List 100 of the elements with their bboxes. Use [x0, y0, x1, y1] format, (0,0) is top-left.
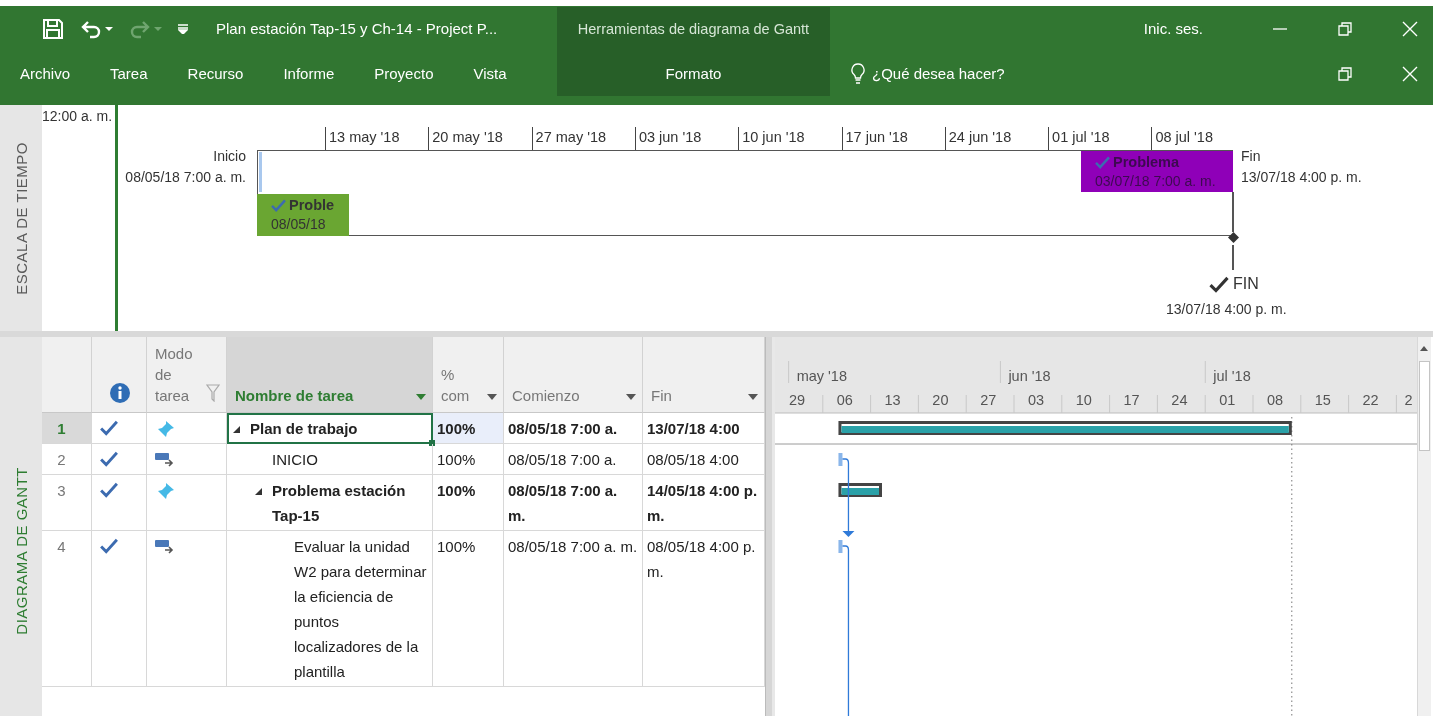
- week-label: 10: [1075, 392, 1092, 408]
- milestone-title: FIN: [1233, 275, 1259, 293]
- current-time-label: 12:00 a. m.: [42, 108, 113, 124]
- summary-bar[interactable]: [838, 483, 882, 497]
- row-number[interactable]: 2: [42, 444, 92, 475]
- dropdown-arrow-icon[interactable]: [626, 394, 636, 400]
- ribbon-tab[interactable]: Formato: [557, 51, 830, 96]
- timeline-tick: 08 jul '18: [1151, 127, 1213, 150]
- auto-schedule-icon: [155, 538, 175, 556]
- summary-bar[interactable]: [838, 421, 1292, 435]
- table-cell: 100%: [433, 531, 504, 687]
- timeline-tick: 01 jul '18: [1048, 127, 1110, 150]
- week-label: 2: [1404, 392, 1413, 408]
- week-label: 08: [1266, 392, 1284, 408]
- contextual-group-label: Herramientas de diagrama de Gantt: [577, 21, 810, 37]
- table-cell: 100%: [433, 413, 504, 444]
- ribbon-tab[interactable]: Archivo: [0, 51, 91, 96]
- week-label: 01: [1219, 392, 1236, 408]
- start-label: Inicio: [212, 148, 246, 164]
- week-label: 20: [932, 392, 949, 408]
- task-name-cell[interactable]: Evaluar la unidad W2 para determinar la eficiencia de puntos localizadores de la plantilla: [227, 531, 433, 687]
- column-header[interactable]: Modo de tarea: [147, 337, 227, 413]
- vertical-scrollbar[interactable]: [1417, 337, 1431, 716]
- bar-date: 08/05/18: [271, 216, 326, 232]
- restore-icon: [1337, 65, 1353, 82]
- month-label: jun '18: [1008, 368, 1051, 384]
- bar-title: Problema: [1113, 154, 1180, 170]
- week-label: 03: [1027, 392, 1045, 408]
- milestone-diamond-icon: [1228, 232, 1239, 243]
- ribbon-tab[interactable]: Proyecto: [354, 51, 454, 96]
- finish-date: 13/07/18 4:00 p. m.: [1241, 169, 1362, 185]
- bar-title: Proble: [289, 197, 335, 213]
- timeline-tick: 24 jun '18: [944, 127, 1012, 150]
- column-header[interactable]: % com: [433, 337, 504, 413]
- tell-me-field[interactable]: ¿Qué desea hacer?: [850, 51, 1005, 96]
- week-label: 15: [1314, 392, 1331, 408]
- window-title: Plan estación Tap-15 y Ch-14 - Project P...: [216, 20, 498, 37]
- week-label: 17: [1123, 392, 1140, 408]
- table-cell: 08/05/18 7:00 a.: [504, 444, 643, 475]
- table-cell: 08/05/18 7:00 a. m.: [504, 475, 643, 531]
- month-label: may '18: [796, 368, 847, 384]
- week-label: 13: [884, 392, 901, 408]
- task-name-cell[interactable]: Problema estación Tap-15: [227, 475, 433, 531]
- start-marker: [259, 152, 262, 192]
- collapse-triangle-icon[interactable]: [232, 425, 241, 434]
- finish-label: Fin: [1241, 148, 1261, 164]
- row-number[interactable]: 3: [42, 475, 92, 531]
- timeline-bar[interactable]: Proble 08/05/18: [257, 194, 349, 236]
- dropdown-arrow-icon[interactable]: [487, 394, 497, 400]
- view-label: DIAGRAMA DE GANTT: [12, 466, 30, 635]
- column-header[interactable]: Comienzo: [504, 337, 643, 413]
- ribbon-tab[interactable]: Informe: [263, 51, 355, 96]
- ribbon-tab[interactable]: Vista: [453, 51, 527, 96]
- table-cell: 100%: [433, 475, 504, 531]
- dropdown-arrow-icon[interactable]: [748, 394, 758, 400]
- leader-line: [1232, 245, 1234, 270]
- week-label: 27: [980, 392, 997, 408]
- week-label: 24: [1171, 392, 1188, 408]
- timeline-label: ESCALA DE TIEMPO: [12, 141, 30, 295]
- select-all-cell[interactable]: [42, 337, 92, 413]
- row-number[interactable]: 1: [42, 413, 92, 444]
- timeline-tick: 27 may '18: [531, 127, 607, 150]
- timeline-tick: 17 jun '18: [841, 127, 908, 150]
- bar-date: 03/07/18 7:00 a. m.: [1095, 173, 1216, 189]
- column-header[interactable]: Fin: [643, 337, 765, 413]
- save-icon: [42, 17, 64, 40]
- collapse-triangle-icon[interactable]: [254, 487, 263, 496]
- info-icon: [109, 382, 131, 404]
- customize-icon: [178, 23, 188, 34]
- week-label: 06: [836, 392, 853, 408]
- row-number[interactable]: 4: [42, 531, 92, 687]
- dropdown-arrow-icon[interactable]: [416, 394, 426, 400]
- dependency-arrow[interactable]: [841, 458, 855, 537]
- sign-in-link[interactable]: Inic. ses.: [1143, 20, 1203, 37]
- timeline-tick: 13 may '18: [325, 127, 400, 150]
- scroll-thumb[interactable]: [1419, 361, 1430, 451]
- leader-line: [1232, 192, 1234, 232]
- start-date: 08/05/18 7:00 a. m.: [124, 169, 246, 185]
- timeline-tick: 10 jun '18: [738, 127, 805, 150]
- auto-schedule-icon: [155, 451, 175, 469]
- timeline-tick: 03 jun '18: [634, 127, 702, 150]
- filter-icon[interactable]: [206, 384, 220, 402]
- week-label: 22: [1362, 392, 1379, 408]
- table-cell: 08/05/18 7:00 a.: [504, 413, 643, 444]
- minimize-icon: [1272, 27, 1288, 30]
- milestone-date: 13/07/18 4:00 p. m.: [1166, 301, 1287, 317]
- table-cell: 100%: [433, 444, 504, 475]
- caret-icon[interactable]: [105, 24, 113, 33]
- week-label: 29: [788, 392, 806, 408]
- close-icon: [1402, 65, 1418, 82]
- month-label: jul '18: [1213, 368, 1251, 384]
- restore-icon: [1337, 20, 1353, 37]
- table-cell: 08/05/18 7:00 a. m.: [504, 531, 643, 687]
- column-header[interactable]: Nombre de tarea: [227, 337, 433, 413]
- task-name-cell[interactable]: INICIO: [227, 444, 433, 475]
- task-name-cell[interactable]: Plan de trabajo: [227, 413, 433, 444]
- ribbon-tab[interactable]: Tarea: [90, 51, 168, 96]
- ribbon-tab[interactable]: Recurso: [167, 51, 264, 96]
- timeline-tick: 20 may '18: [428, 127, 503, 150]
- lightbulb-icon: [850, 62, 866, 85]
